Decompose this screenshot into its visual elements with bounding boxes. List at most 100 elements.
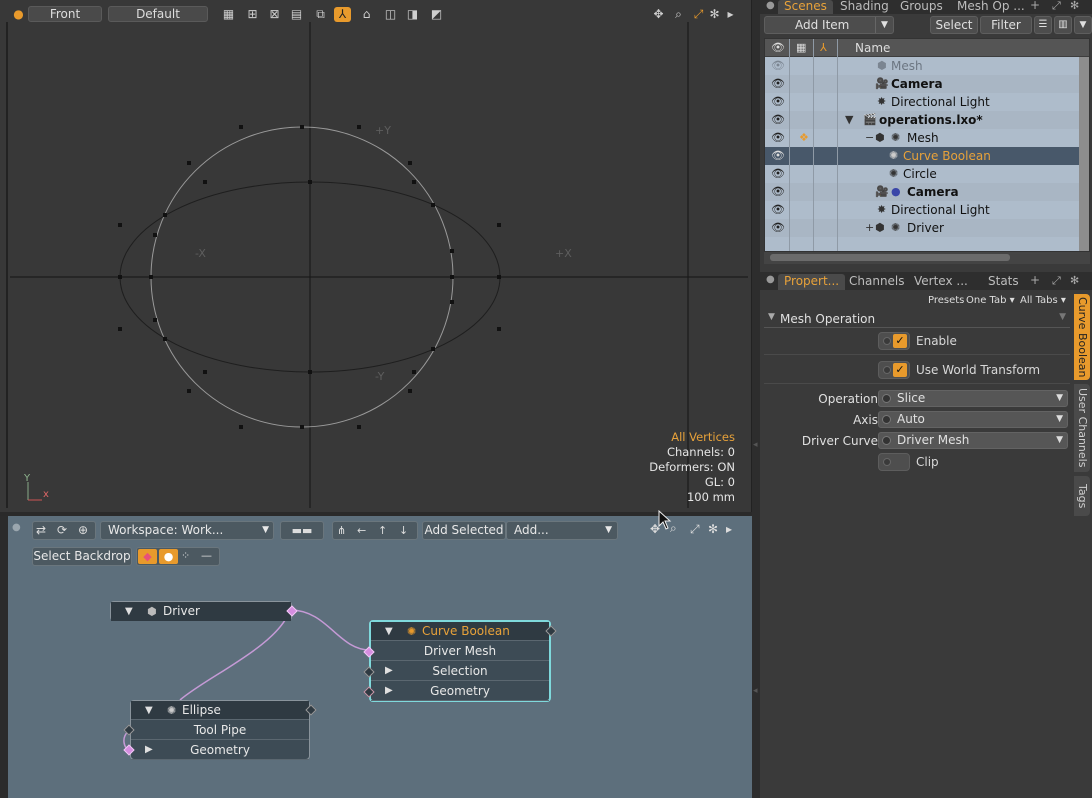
panel-splitter[interactable]: ◂ ◂ bbox=[752, 0, 760, 798]
visibility-eye-icon[interactable]: 👁 bbox=[769, 147, 787, 165]
node-editor[interactable]: ● ⇄ ⟳ ⊕ Workspace: Work... ▼ ▬▬ ⋔ ← ↑ ↓ … bbox=[8, 516, 752, 798]
curve-boolean-node[interactable]: ▼ ✺ Curve Boolean Driver Mesh ▶ Selection… bbox=[363, 620, 557, 702]
collapse-triangle-icon[interactable]: ▼ bbox=[145, 701, 153, 720]
clip-checkbox[interactable] bbox=[878, 453, 910, 471]
one-tab-menu[interactable]: One Tab ▾ bbox=[966, 295, 1015, 306]
visibility-eye-icon[interactable]: 👁 bbox=[769, 111, 787, 129]
hscroll-thumb[interactable] bbox=[770, 254, 1010, 261]
keyframe-dot-icon[interactable] bbox=[882, 415, 891, 424]
collapse-triangle-icon[interactable]: ▼ bbox=[845, 111, 853, 129]
render-column-icon[interactable]: ⅄ bbox=[820, 39, 827, 57]
columns-icon[interactable]: ▥ bbox=[1054, 16, 1072, 34]
splitter-handle-icon[interactable]: ◂ bbox=[753, 686, 758, 696]
visibility-column-eye-icon[interactable]: 👁 bbox=[771, 39, 785, 57]
keyframe-dot-icon[interactable] bbox=[883, 366, 891, 374]
visibility-eye-icon[interactable]: 👁 bbox=[769, 165, 787, 183]
expand-plus-icon[interactable]: + bbox=[865, 219, 874, 237]
add-tab-icon[interactable]: + bbox=[1030, 0, 1040, 12]
3d-viewport[interactable]: ● Front Default ▦ ⊞ ⊠ ▤ ⧉ ⅄ ⌂ ◫ ◨ ◩ ✥ ⌕ … bbox=[0, 0, 752, 512]
select-button[interactable]: Select bbox=[930, 16, 978, 34]
curve-boolean-node-header[interactable]: ▼ ✺ Curve Boolean bbox=[371, 622, 549, 641]
keyframe-dot-icon[interactable] bbox=[883, 458, 891, 466]
checkmark-icon: ✓ bbox=[893, 334, 907, 348]
list-view-icon[interactable]: ☰ bbox=[1034, 16, 1052, 34]
properties-tab-bar: ● Propert... Channels Vertex ... Stats +… bbox=[760, 272, 1092, 290]
tab-channels[interactable]: Channels bbox=[843, 274, 911, 290]
mouse-cursor-icon bbox=[658, 510, 672, 530]
add-item-dropdown[interactable]: Add Item ▼ bbox=[764, 16, 894, 34]
maximize-icon[interactable]: ⤢ bbox=[1052, 0, 1061, 13]
visibility-eye-icon[interactable]: 👁 bbox=[769, 75, 787, 93]
ellipse-geometry-input[interactable]: ▶ Geometry bbox=[131, 740, 309, 760]
axis-dropdown[interactable]: Auto ▼ bbox=[878, 411, 1068, 428]
driver-node-title: Driver bbox=[163, 604, 200, 618]
svg-text:+Y: +Y bbox=[375, 124, 391, 137]
add-tab-icon[interactable]: + bbox=[1030, 273, 1040, 287]
keyframe-dot-icon[interactable] bbox=[883, 337, 891, 345]
visibility-eye-icon[interactable]: 👁 bbox=[769, 219, 787, 237]
scene-list-hscrollbar[interactable] bbox=[764, 252, 1090, 264]
collapse-triangle-icon[interactable]: ▼ bbox=[125, 602, 133, 621]
lock-column-icon[interactable]: ▦ bbox=[796, 39, 806, 57]
driver-node[interactable]: ▼ ⬢ Driver bbox=[110, 601, 298, 621]
panel-menu-dot-icon[interactable]: ● bbox=[766, 0, 775, 11]
mesh-icon: ⬢ bbox=[877, 59, 887, 72]
side-tab-user-channels[interactable]: User Channels bbox=[1074, 384, 1090, 472]
collapse-minus-icon[interactable]: − bbox=[865, 129, 874, 147]
keyframe-dot-icon[interactable] bbox=[882, 394, 891, 403]
visibility-eye-icon[interactable]: 👁 bbox=[769, 183, 787, 201]
keyframe-dot-icon[interactable] bbox=[882, 436, 891, 445]
svg-text:-Y: -Y bbox=[375, 370, 385, 383]
collapse-triangle-icon[interactable]: ▼ bbox=[385, 622, 393, 641]
geometry-input[interactable]: ▶ Geometry bbox=[371, 681, 549, 701]
driver-curve-dropdown[interactable]: Driver Mesh ▼ bbox=[878, 432, 1068, 449]
filter-funnel-icon[interactable]: ▼ bbox=[1074, 16, 1092, 34]
name-column-header[interactable]: Name bbox=[855, 39, 890, 57]
expand-triangle-icon[interactable]: ▶ bbox=[385, 681, 393, 701]
side-tab-tags[interactable]: Tags bbox=[1074, 476, 1090, 516]
tab-mesh-op[interactable]: Mesh Op ... bbox=[951, 0, 1031, 14]
scene-list-scrollbar[interactable] bbox=[1079, 57, 1089, 251]
all-tabs-menu[interactable]: All Tabs ▾ bbox=[1020, 295, 1066, 306]
use-world-transform-checkbox[interactable]: ✓ bbox=[878, 361, 910, 379]
light-icon: ✸ bbox=[877, 95, 887, 108]
tool-pipe-input[interactable]: Tool Pipe bbox=[131, 720, 309, 740]
visibility-eye-icon[interactable]: 👁 bbox=[769, 93, 787, 111]
column-divider bbox=[813, 39, 814, 251]
tab-vertex[interactable]: Vertex ... bbox=[908, 274, 974, 290]
settings-gear-icon[interactable]: ✻ bbox=[1070, 0, 1079, 12]
ellipse-node-header[interactable]: ▼ ✺ Ellipse bbox=[131, 701, 309, 720]
scene-row-label: Camera bbox=[907, 185, 959, 199]
expand-triangle-icon[interactable]: ▶ bbox=[145, 740, 153, 760]
filter-button[interactable]: Filter bbox=[980, 16, 1032, 34]
light-icon: ✸ bbox=[877, 203, 887, 216]
side-tab-curve-boolean[interactable]: Curve Boolean bbox=[1074, 294, 1090, 380]
visibility-eye-icon[interactable]: 👁 bbox=[769, 57, 787, 75]
svg-text:x: x bbox=[43, 489, 49, 500]
expand-triangle-icon[interactable]: ▶ bbox=[385, 661, 393, 681]
tab-shading[interactable]: Shading bbox=[834, 0, 895, 14]
tab-properties[interactable]: Propert... bbox=[778, 274, 846, 290]
panel-menu-dot-icon[interactable]: ● bbox=[766, 274, 775, 285]
collapse-triangle-icon[interactable]: ▼ bbox=[768, 312, 775, 322]
maximize-icon[interactable]: ⤢ bbox=[1052, 274, 1061, 288]
operation-label: Operation bbox=[818, 392, 878, 406]
operation-dropdown[interactable]: Slice ▼ bbox=[878, 390, 1068, 407]
tab-groups[interactable]: Groups bbox=[894, 0, 949, 14]
mesh-operation-section[interactable]: ▼ Mesh Operation ▼ bbox=[764, 311, 1070, 328]
selection-input[interactable]: ▶ Selection bbox=[371, 661, 549, 681]
tab-scenes[interactable]: Scenes bbox=[778, 0, 833, 14]
presets-menu[interactable]: Presets bbox=[928, 295, 964, 306]
settings-gear-icon[interactable]: ✻ bbox=[1070, 274, 1079, 287]
mesh-icon: ⬢ bbox=[875, 221, 885, 234]
scene-item-list[interactable]: 👁 ▦ ⅄ Name 👁 ⬢ Mesh 👁 🎥 Camera 👁 ✸ Direc… bbox=[764, 38, 1090, 252]
driver-node-header[interactable]: ▼ ⬢ Driver bbox=[111, 602, 291, 621]
tab-stats[interactable]: Stats bbox=[982, 274, 1025, 290]
splitter-handle-icon[interactable]: ◂ bbox=[753, 440, 758, 450]
visibility-eye-icon[interactable]: 👁 bbox=[769, 129, 787, 147]
grid-scale-readout: 100 mm bbox=[686, 490, 735, 504]
ellipse-node[interactable]: ▼ ✺ Ellipse Tool Pipe ▶ Geometry bbox=[123, 700, 317, 760]
visibility-eye-icon[interactable]: 👁 bbox=[769, 201, 787, 219]
driver-mesh-input[interactable]: Driver Mesh bbox=[371, 641, 549, 661]
enable-checkbox[interactable]: ✓ bbox=[878, 332, 910, 350]
